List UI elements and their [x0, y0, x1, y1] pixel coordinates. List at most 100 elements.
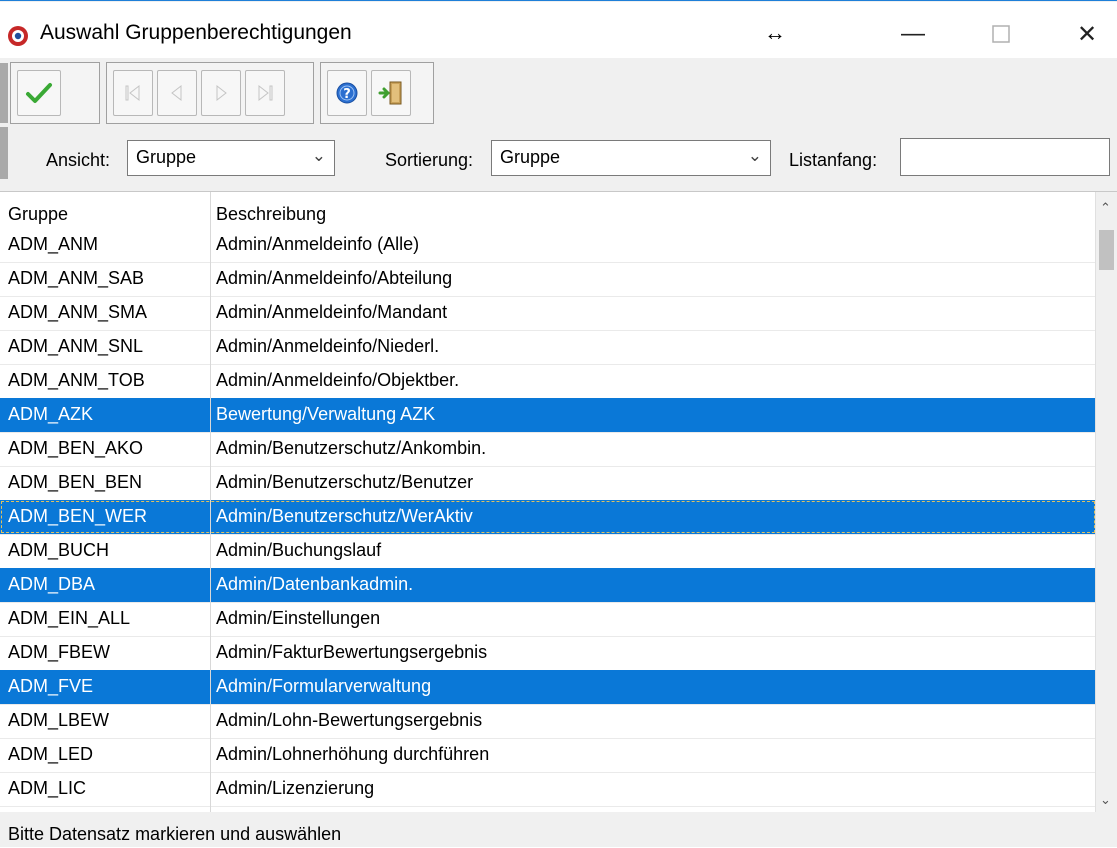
first-record-button[interactable] [113, 70, 153, 116]
cell-beschreibung: Admin/FakturBewertungsergebnis [216, 642, 488, 662]
status-text: Bitte Datensatz markieren und auswählen [8, 824, 342, 844]
toolbar: ? [0, 59, 1117, 127]
exit-door-icon [378, 81, 402, 105]
table-row[interactable]: ADM_EIN_ALL Admin/Einstellungen [0, 602, 1096, 636]
table-row[interactable]: ADM_BEN_WER Admin/Benutzerschutz/WerAktiv [0, 500, 1096, 534]
cell-gruppe: ADM_FBEW [8, 642, 111, 662]
cell-gruppe: ADM_LIC [8, 778, 87, 798]
ansicht-value: Gruppe [136, 147, 197, 167]
cell-gruppe: ADM_EIN_ALL [8, 608, 131, 628]
scroll-down-icon[interactable]: ⌄ [1100, 792, 1111, 808]
toolbar-group-confirm [10, 62, 100, 124]
minimize-icon: — [901, 20, 925, 47]
cell-beschreibung: Admin/Benutzerschutz/Ankombin. [216, 438, 487, 458]
svg-text:?: ? [343, 87, 351, 102]
column-header-gruppe[interactable]: Gruppe [8, 204, 68, 225]
help-icon: ? [336, 82, 358, 104]
table-row[interactable]: ADM_BEN_BEN Admin/Benutzerschutz/Benutzer [0, 466, 1096, 500]
chevron-down-icon: ⌄ [747, 146, 762, 165]
chevron-down-icon: ⌄ [311, 146, 326, 165]
next-record-icon [216, 84, 227, 102]
column-divider [210, 192, 211, 812]
cell-beschreibung: Admin/Benutzerschutz/Benutzer [216, 472, 474, 492]
help-button[interactable]: ? [327, 70, 367, 116]
grid-header: Gruppe Beschreibung [0, 192, 1096, 228]
previous-record-button[interactable] [157, 70, 197, 116]
cell-beschreibung: Admin/Lohn-Bewertungsergebnis [216, 710, 483, 730]
next-record-button[interactable] [201, 70, 241, 116]
title-bar[interactable]: Auswahl Gruppenberechtigungen ↔ — ✕ [0, 2, 1117, 58]
cell-beschreibung: Admin/Lohnerhöhung durchführen [216, 744, 490, 764]
cell-gruppe: ADM_ANM_TOB [8, 370, 145, 390]
cell-beschreibung: Admin/Anmeldeinfo/Mandant [216, 302, 448, 322]
cell-gruppe: ADM_ANM [8, 234, 99, 254]
last-record-icon [258, 84, 273, 102]
table-row[interactable]: ADM_FVE Admin/Formularverwaltung [0, 670, 1096, 704]
ok-button[interactable] [17, 70, 61, 116]
cell-beschreibung: Admin/Lizenzierung [216, 778, 375, 798]
cell-gruppe: ADM_LED [8, 744, 94, 764]
scroll-up-icon[interactable]: ⌃ [1100, 200, 1111, 216]
cell-gruppe: ADM_FVE [8, 676, 94, 696]
table-row[interactable]: ADM_ANM_SNL Admin/Anmeldeinfo/Niederl. [0, 330, 1096, 364]
cell-gruppe: ADM_ANM_SNL [8, 336, 144, 356]
ansicht-select[interactable]: Gruppe ⌄ [127, 140, 335, 176]
sortierung-value: Gruppe [500, 147, 561, 167]
cell-beschreibung: Admin/Buchungslauf [216, 540, 382, 560]
column-header-beschreibung[interactable]: Beschreibung [216, 204, 326, 225]
sortierung-select[interactable]: Gruppe ⌄ [491, 140, 771, 176]
cell-gruppe: ADM_DBA [8, 574, 96, 594]
maximize-icon [992, 25, 1010, 43]
table-row[interactable]: ADM_ANM_SAB Admin/Anmeldeinfo/Abteilung [0, 262, 1096, 296]
cell-beschreibung: Admin/Anmeldeinfo (Alle) [216, 234, 420, 254]
table-row[interactable]: ADM_BUCH Admin/Buchungslauf [0, 534, 1096, 568]
cell-beschreibung: Admin/Anmeldeinfo/Objektber. [216, 370, 460, 390]
cell-beschreibung: Admin/Anmeldeinfo/Abteilung [216, 268, 453, 288]
table-row[interactable]: ADM_DBA Admin/Datenbankadmin. [0, 568, 1096, 602]
table-row[interactable]: ADM_BEN_AKO Admin/Benutzerschutz/Ankombin… [0, 432, 1096, 466]
table-row[interactable]: ADM_ANM Admin/Anmeldeinfo (Alle) [0, 228, 1096, 262]
sortierung-label: Sortierung: [385, 150, 474, 170]
filterbar-grip[interactable] [0, 127, 8, 179]
cell-gruppe: ADM_ANM_SAB [8, 268, 145, 288]
cell-gruppe: ADM_ANM_SMA [8, 302, 148, 322]
toolbar-group-navigation [106, 62, 314, 124]
cell-beschreibung: Admin/Anmeldeinfo/Niederl. [216, 336, 440, 356]
cell-gruppe: ADM_BUCH [8, 540, 110, 560]
table-row[interactable]: ADM_AZK Bewertung/Verwaltung AZK [0, 398, 1096, 432]
table-row[interactable]: ADM_FBEW Admin/FakturBewertungsergebnis [0, 636, 1096, 670]
group-grid[interactable]: Gruppe Beschreibung ADM_ANM Admin/Anmelde… [0, 191, 1117, 812]
status-bar: Bitte Datensatz markieren und auswählen [0, 819, 1117, 848]
table-row[interactable]: ADM_LIC Admin/Lizenzierung [0, 772, 1096, 806]
first-record-icon [125, 84, 140, 102]
ansicht-label: Ansicht: [46, 150, 111, 170]
app-logo-icon [8, 26, 28, 46]
vertical-scrollbar[interactable]: ⌃ ⌄ [1095, 192, 1117, 812]
ok-check-icon [26, 83, 52, 103]
toolbar-grip[interactable] [0, 63, 8, 123]
close-button[interactable]: ✕ [1064, 16, 1110, 52]
table-row[interactable]: ADM_LBEW Admin/Lohn-Bewertungsergebnis [0, 704, 1096, 738]
cell-gruppe: ADM_AZK [8, 404, 94, 424]
listanfang-label: Listanfang: [789, 150, 878, 170]
maximize-button[interactable] [978, 16, 1024, 52]
table-row[interactable]: ADM_ANM_SMA Admin/Anmeldeinfo/Mandant [0, 296, 1096, 330]
cell-beschreibung: Bewertung/Verwaltung AZK [216, 404, 436, 424]
table-row[interactable]: ADM_LED Admin/Lohnerhöhung durchführen [0, 738, 1096, 772]
minimize-button[interactable]: — [890, 16, 936, 52]
cell-beschreibung: Admin/Benutzerschutz/WerAktiv [216, 506, 473, 526]
dialog-window: Auswahl Gruppenberechtigungen ↔ — ✕ ? An… [0, 0, 1117, 847]
row-divider [0, 806, 1096, 807]
filter-bar: Ansicht: Gruppe ⌄ Sortierung: Gruppe ⌄ L… [0, 127, 1117, 181]
cell-beschreibung: Admin/Einstellungen [216, 608, 381, 628]
exit-button[interactable] [371, 70, 411, 116]
last-record-button[interactable] [245, 70, 285, 116]
resize-icon[interactable]: ↔ [764, 20, 786, 46]
table-row[interactable]: ADM_ANM_TOB Admin/Anmeldeinfo/Objektber. [0, 364, 1096, 398]
cell-gruppe: ADM_BEN_AKO [8, 438, 144, 458]
window-title: Auswahl Gruppenberechtigungen [40, 21, 352, 44]
listanfang-input[interactable] [900, 138, 1110, 176]
previous-record-icon [171, 84, 182, 102]
scroll-thumb[interactable] [1099, 230, 1114, 270]
cell-beschreibung: Admin/Datenbankadmin. [216, 574, 414, 594]
